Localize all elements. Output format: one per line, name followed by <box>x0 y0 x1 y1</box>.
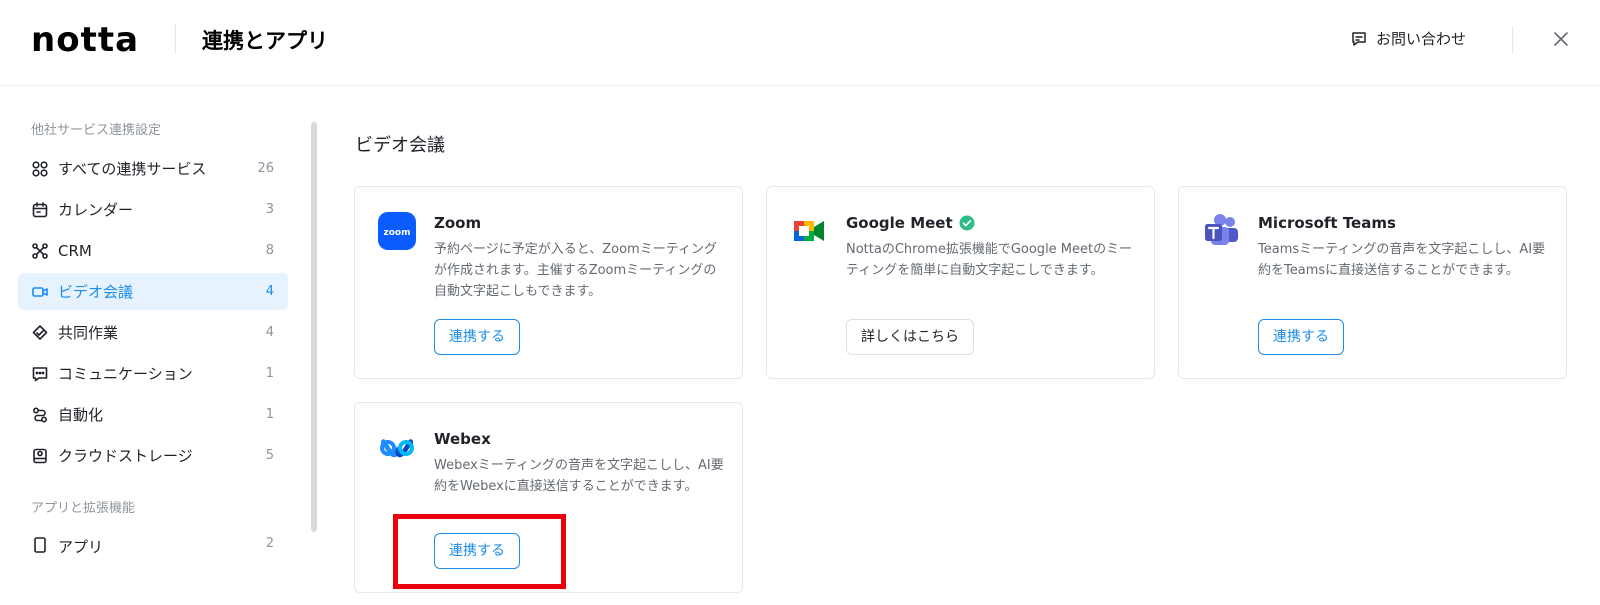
sidebar-item-all[interactable]: すべての連携サービス 26 <box>18 150 288 187</box>
sidebar-item-label: ビデオ会議 <box>58 283 134 301</box>
zoom-logo-text: zoom <box>384 228 411 238</box>
integration-card-webex: Webex Webexミーティングの音声を文字起こしし、AI要約をWebexに直… <box>354 402 743 593</box>
sidebar-item-label: アプリ <box>58 538 104 556</box>
sidebar-item-label: コミュニケーション <box>58 365 193 383</box>
card-description: Webexミーティングの音声を文字起こしし、AI要約をWebexに直接送信するこ… <box>434 458 724 494</box>
sidebar-item-count: 1 <box>265 366 274 381</box>
contact-label: お問い合わせ <box>1376 30 1467 48</box>
sidebar-scrollbar[interactable] <box>311 122 317 532</box>
header: notta 連携とアプリ お問い合わせ <box>0 0 1600 86</box>
sidebar-item-label: CRM <box>58 241 92 260</box>
sidebar-item-label: クラウドストレージ <box>58 447 193 465</box>
sidebar-item-count: 4 <box>265 325 274 340</box>
collaboration-icon <box>31 324 49 342</box>
calendar-icon <box>31 201 49 219</box>
card-title: Microsoft Teams <box>1258 214 1396 232</box>
connect-webex-button[interactable]: 連携する <box>434 533 520 569</box>
sidebar-item-label: 自動化 <box>58 406 104 424</box>
feedback-icon <box>1352 31 1366 46</box>
sidebar-item-label: カレンダー <box>58 201 134 219</box>
header-divider <box>175 24 176 54</box>
sidebar-item-communication[interactable]: コミュニケーション 1 <box>18 355 288 392</box>
section-title: ビデオ会議 <box>355 135 445 156</box>
storage-icon <box>31 447 49 465</box>
verified-check-icon <box>959 215 975 231</box>
sidebar: 他社サービス連携設定 すべての連携サービス 26 カレンダー 3 CRM 8 ビ… <box>18 120 288 558</box>
connect-zoom-button[interactable]: 連携する <box>434 319 520 355</box>
contact-button[interactable]: お問い合わせ <box>1350 28 1466 49</box>
card-title: Webex <box>434 430 491 448</box>
teams-logo-icon <box>1202 212 1240 250</box>
card-title: Zoom <box>434 214 482 232</box>
sidebar-item-automation[interactable]: 自動化 1 <box>18 396 288 433</box>
connect-teams-button[interactable]: 連携する <box>1258 319 1344 355</box>
sidebar-item-collaboration[interactable]: 共同作業 4 <box>18 314 288 351</box>
automation-icon <box>31 406 49 424</box>
header-divider-right <box>1512 26 1513 54</box>
sidebar-item-count: 4 <box>265 284 274 299</box>
webex-logo-icon <box>378 428 416 466</box>
google-meet-logo-icon <box>790 212 828 250</box>
section-label-integrations: 他社サービス連携設定 <box>31 123 162 138</box>
sidebar-item-count: 26 <box>257 161 274 176</box>
sidebar-item-count: 8 <box>265 243 274 258</box>
card-description: Teamsミーティングの音声を文字起こしし、AI要約をTeamsに直接送信するこ… <box>1258 242 1546 278</box>
integration-card-teams: Microsoft Teams Teamsミーティングの音声を文字起こしし、AI… <box>1178 186 1567 379</box>
sidebar-item-label: すべての連携サービス <box>58 160 207 178</box>
integration-card-zoom: zoom Zoom 予約ページに予定が入ると、Zoomミーティングが作成されます… <box>354 186 743 379</box>
app-icon <box>31 536 49 554</box>
sidebar-item-label: 共同作業 <box>58 324 119 342</box>
close-icon[interactable] <box>1551 29 1571 49</box>
notta-logo[interactable]: notta <box>31 20 139 60</box>
card-description: 予約ページに予定が入ると、Zoomミーティングが作成されます。主催するZoomミ… <box>434 242 717 299</box>
sidebar-item-calendar[interactable]: カレンダー 3 <box>18 191 288 228</box>
learn-more-google-meet-button[interactable]: 詳しくはこちら <box>846 319 974 355</box>
chat-icon <box>31 365 49 383</box>
sidebar-item-crm[interactable]: CRM 8 <box>18 232 288 269</box>
sidebar-item-count: 2 <box>265 536 274 551</box>
grid-icon <box>31 160 49 178</box>
sidebar-item-count: 1 <box>265 407 274 422</box>
video-icon <box>31 283 49 301</box>
integration-card-google-meet: Google Meet NottaのChrome拡張機能でGoogle Meet… <box>766 186 1155 379</box>
section-label-apps: アプリと拡張機能 <box>31 501 136 516</box>
page-title: 連携とアプリ <box>202 29 328 53</box>
card-description: NottaのChrome拡張機能でGoogle Meetのミーティングを簡単に自… <box>846 242 1133 278</box>
zoom-logo-icon: zoom <box>378 212 416 250</box>
sidebar-item-storage[interactable]: クラウドストレージ 5 <box>18 437 288 474</box>
sidebar-item-video[interactable]: ビデオ会議 4 <box>18 273 288 310</box>
crm-icon <box>31 242 49 260</box>
sidebar-item-apps[interactable]: アプリ 2 <box>18 530 288 558</box>
sidebar-item-count: 5 <box>265 448 274 463</box>
sidebar-item-count: 3 <box>265 202 274 217</box>
card-title: Google Meet <box>846 214 975 232</box>
